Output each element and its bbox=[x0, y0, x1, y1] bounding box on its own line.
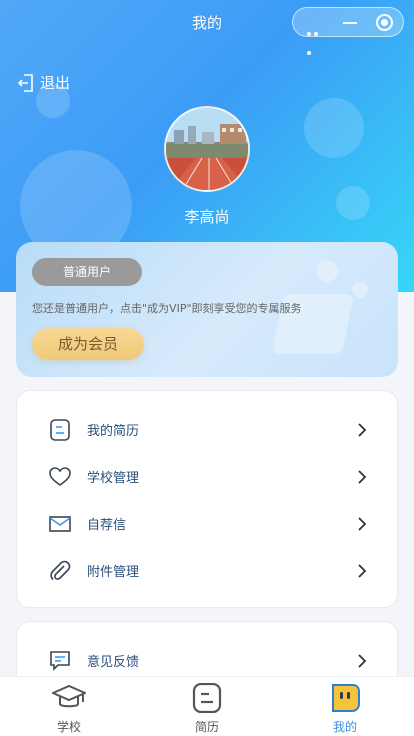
tab-school[interactable]: 学校 bbox=[0, 677, 138, 736]
membership-card: 普通用户 您还是普通用户，点击"成为VIP"即刻享受您的专属服务 成为会员 bbox=[16, 242, 398, 377]
tab-label: 我的 bbox=[332, 720, 357, 734]
resume-tab-icon bbox=[192, 683, 222, 713]
avatar[interactable] bbox=[164, 106, 250, 192]
nav-bar: 我的 bbox=[0, 0, 414, 55]
paperclip-icon bbox=[50, 560, 71, 581]
menu-card: 我的简历 学校管理 自荐信 附件管理 bbox=[16, 390, 398, 608]
mail-icon bbox=[49, 516, 71, 532]
menu-item-cover-letter[interactable]: 自荐信 bbox=[17, 500, 397, 547]
chevron-right-icon bbox=[358, 564, 367, 578]
feedback-icon bbox=[50, 651, 70, 671]
chevron-right-icon bbox=[358, 423, 367, 437]
chevron-right-icon bbox=[358, 654, 367, 668]
menu-item-resume[interactable]: 我的简历 bbox=[17, 406, 397, 453]
tab-resume[interactable]: 简历 bbox=[138, 677, 276, 736]
menu-item-school-management[interactable]: 学校管理 bbox=[17, 453, 397, 500]
close-target-icon[interactable] bbox=[376, 14, 393, 31]
profile-face-icon bbox=[332, 684, 360, 712]
chevron-right-icon bbox=[358, 470, 367, 484]
decor-bubble bbox=[352, 282, 368, 298]
tab-label: 学校 bbox=[56, 720, 81, 734]
menu-item-label: 自荐信 bbox=[87, 518, 127, 533]
logout-button[interactable]: 退出 bbox=[18, 72, 70, 93]
more-icon[interactable] bbox=[307, 21, 325, 55]
tab-profile[interactable]: 我的 bbox=[276, 677, 414, 736]
logout-label: 退出 bbox=[40, 74, 71, 92]
tab-label: 简历 bbox=[194, 720, 219, 734]
menu-item-label: 意见反馈 bbox=[87, 655, 140, 670]
username: 李高尚 bbox=[184, 208, 230, 226]
heart-icon bbox=[49, 467, 71, 486]
mini-program-capsule[interactable] bbox=[292, 7, 404, 55]
membership-description: 您还是普通用户，点击"成为VIP"即刻享受您的专属服务 bbox=[32, 302, 302, 315]
menu-item-label: 学校管理 bbox=[87, 471, 140, 486]
decor-bubble bbox=[316, 260, 338, 282]
graduation-cap-icon bbox=[52, 684, 86, 708]
menu-item-label: 附件管理 bbox=[87, 565, 140, 580]
user-level-badge: 普通用户 bbox=[32, 258, 142, 286]
tab-bar: 学校 简历 我的 bbox=[0, 676, 414, 736]
avatar-image bbox=[166, 108, 248, 190]
logout-icon bbox=[18, 73, 33, 92]
menu-item-label: 我的简历 bbox=[87, 424, 140, 439]
resume-icon bbox=[50, 419, 70, 441]
minimize-icon[interactable] bbox=[343, 22, 357, 24]
chevron-right-icon bbox=[358, 517, 367, 531]
decor-bubble bbox=[304, 98, 364, 158]
become-vip-button[interactable]: 成为会员 bbox=[32, 328, 144, 360]
menu-item-attachments[interactable]: 附件管理 bbox=[17, 547, 397, 594]
